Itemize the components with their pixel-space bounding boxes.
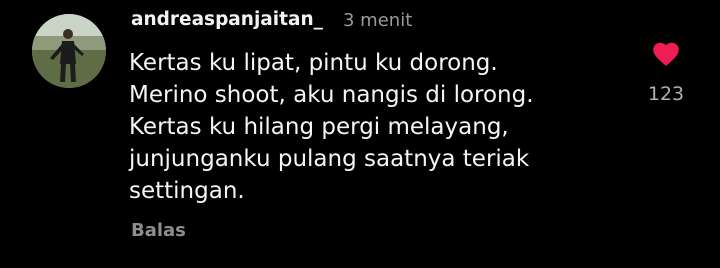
comment-text-line: settingan. [129,178,245,204]
avatar[interactable] [32,14,106,88]
avatar-image [32,14,106,88]
like-count: 123 [647,83,685,105]
comment-timestamp: 3 menit [343,10,413,31]
comment-username[interactable]: andreaspanjaitan_ [131,9,323,30]
comment-text: Kertas ku lipat, pintu ku dorong. Merino… [129,47,629,207]
reply-button[interactable]: Balas [131,220,186,241]
comment-text-line: Merino shoot, aku nangis di lorong. [129,82,534,108]
comment-text-line: Kertas ku lipat, pintu ku dorong. [129,50,498,76]
heart-icon [653,42,679,67]
like-button[interactable]: 123 [640,40,692,105]
comment-text-line: Kertas ku hilang pergi melayang, [129,114,509,140]
comment-item: andreaspanjaitan_ 3 menit Kertas ku lipa… [0,0,720,268]
comment-text-line: junjunganku pulang saatnya teriak [129,146,530,172]
